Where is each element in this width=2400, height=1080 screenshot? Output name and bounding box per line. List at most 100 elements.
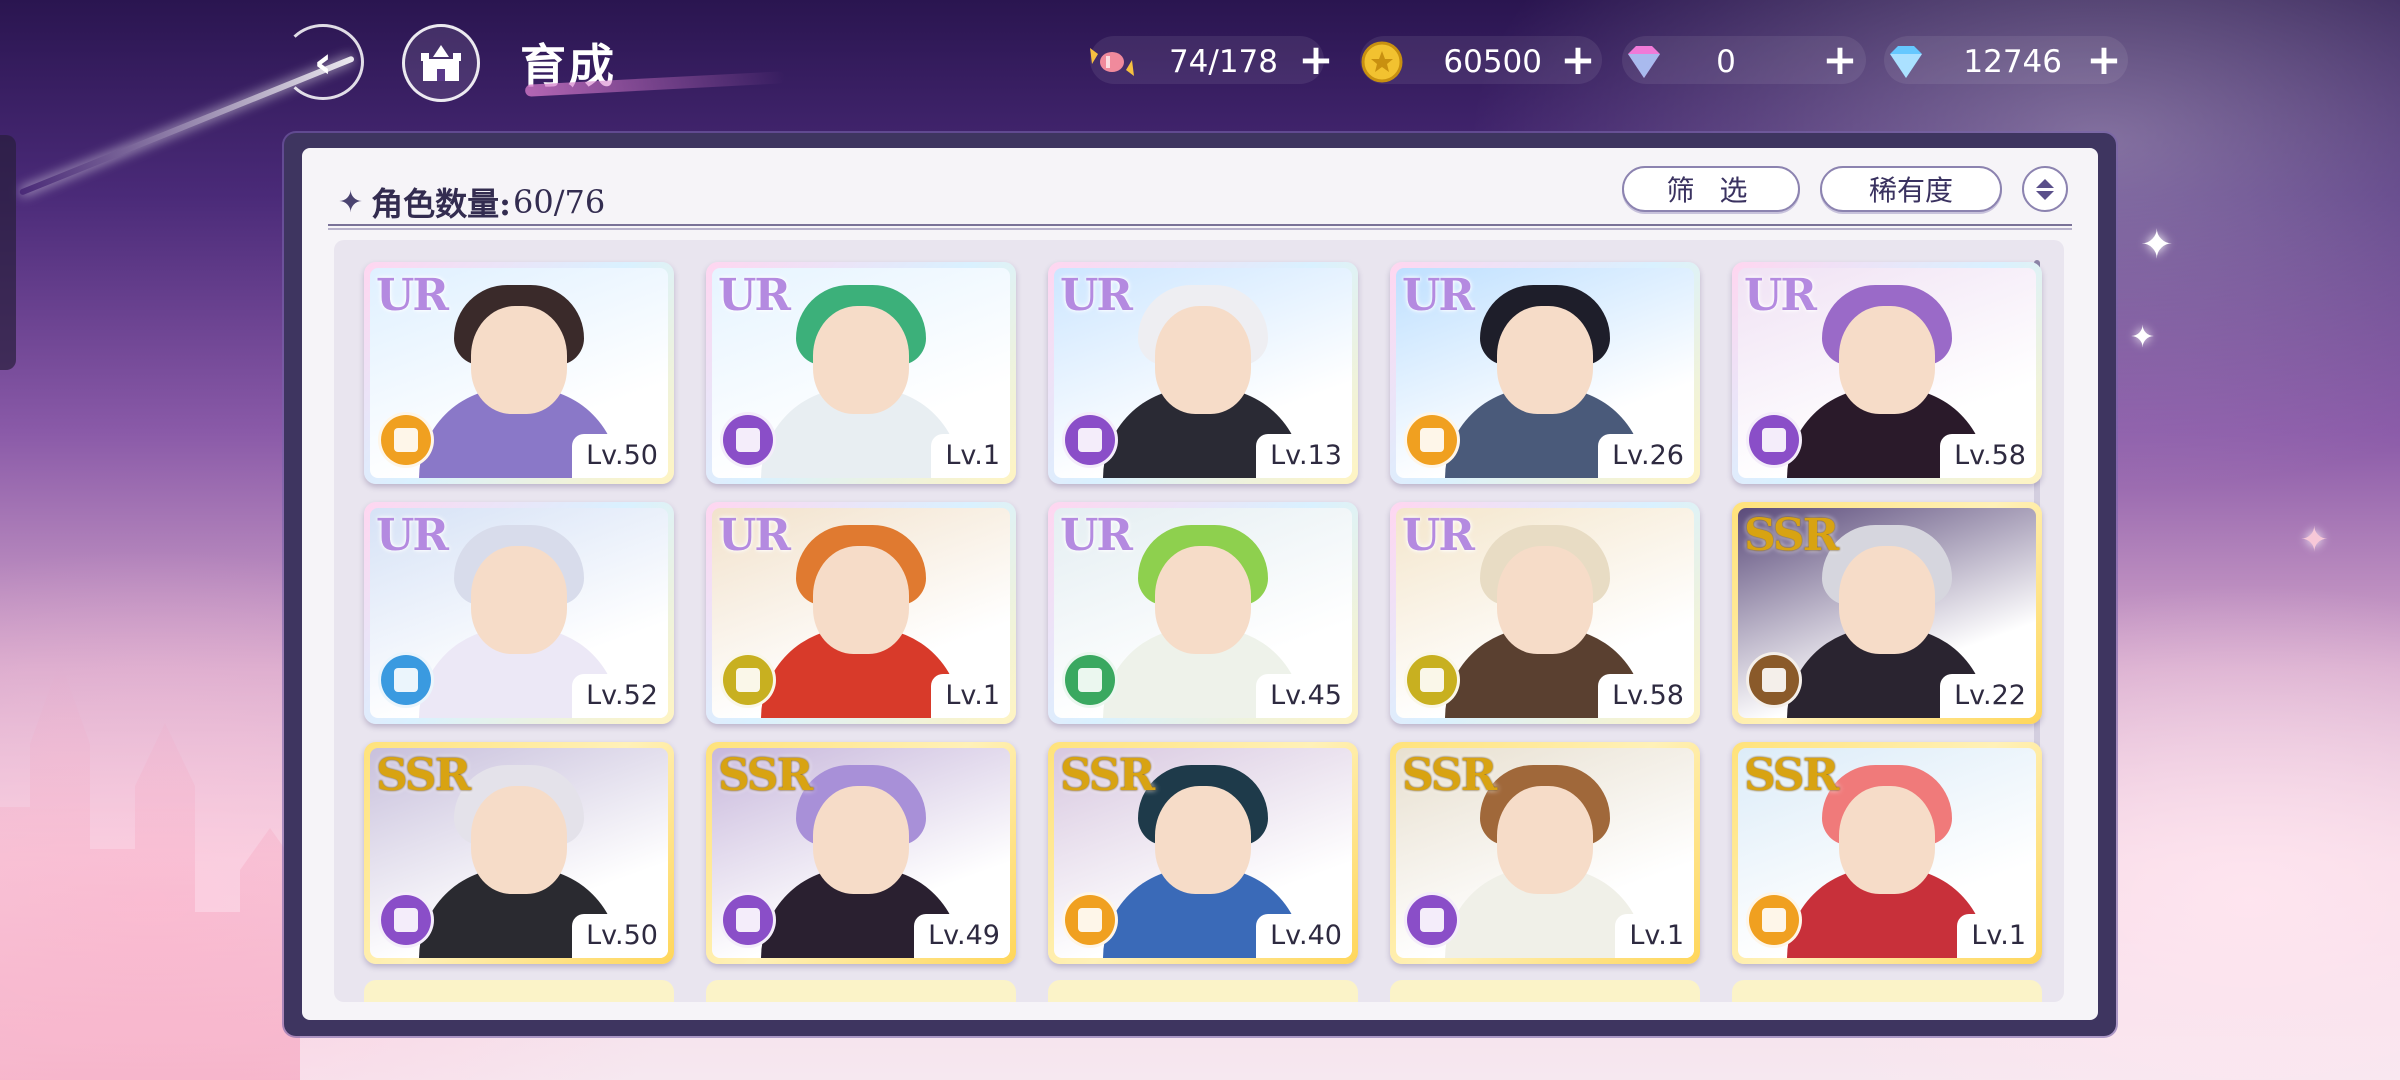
level-label: Lv.13: [1256, 434, 1352, 478]
rarity-badge: UR: [1744, 270, 1817, 321]
attribute-glyph-icon: [1762, 428, 1786, 452]
level-label: Lv.1: [931, 434, 1010, 478]
header-divider: [328, 224, 2072, 230]
sort-order-button[interactable]: [2022, 166, 2068, 212]
level-label: Lv.40: [1256, 914, 1352, 958]
partial-card[interactable]: [364, 980, 674, 1002]
attribute-icon: [1062, 652, 1118, 708]
character-portrait: SSR Lv.22: [1738, 508, 2036, 718]
side-drawer-handle[interactable]: [0, 135, 16, 370]
rarity-badge: SSR: [1060, 750, 1155, 801]
partial-card[interactable]: [706, 980, 1016, 1002]
character-card[interactable]: UR Lv.58: [1732, 262, 2042, 484]
character-card[interactable]: UR Lv.52: [364, 502, 674, 724]
character-card[interactable]: UR Lv.13: [1048, 262, 1358, 484]
attribute-glyph-icon: [1420, 428, 1444, 452]
count-label: 角色数量:: [371, 185, 511, 223]
attribute-icon: [378, 892, 434, 948]
character-face: [813, 785, 909, 894]
sort-up-icon: [2036, 178, 2054, 188]
attribute-glyph-icon: [1762, 668, 1786, 692]
character-card[interactable]: SSR Lv.1: [1390, 742, 1700, 964]
attribute-glyph-icon: [1078, 428, 1102, 452]
partial-card[interactable]: [1732, 980, 2042, 1002]
character-portrait: SSR Lv.49: [712, 748, 1010, 958]
gold-coin-icon: [1361, 41, 1403, 83]
character-card[interactable]: SSR Lv.50: [364, 742, 674, 964]
character-card[interactable]: UR Lv.58: [1390, 502, 1700, 724]
star-icon: ✦: [338, 184, 364, 220]
character-card[interactable]: UR Lv.45: [1048, 502, 1358, 724]
rarity-badge: UR: [718, 510, 791, 561]
attribute-glyph-icon: [1078, 908, 1102, 932]
attribute-glyph-icon: [1762, 908, 1786, 932]
gem-value: 12746: [1963, 44, 2062, 80]
character-card[interactable]: SSR Lv.22: [1732, 502, 2042, 724]
attribute-icon: [378, 412, 434, 468]
character-face: [813, 305, 909, 414]
rarity-badge: SSR: [1744, 510, 1839, 561]
character-portrait: UR Lv.1: [712, 268, 1010, 478]
character-face: [1497, 545, 1593, 654]
character-card[interactable]: UR Lv.26: [1390, 262, 1700, 484]
attribute-icon: [720, 892, 776, 948]
partial-card[interactable]: [1390, 980, 1700, 1002]
home-button[interactable]: [402, 24, 480, 102]
top-bar: ‹ 育成 74/178 + 60500 + 0 + 12746 +: [0, 0, 2400, 130]
castle-home-icon: [421, 45, 461, 81]
character-face: [813, 545, 909, 654]
level-label: Lv.58: [1940, 434, 2036, 478]
sort-rarity-button[interactable]: 稀有度: [1820, 166, 2002, 212]
sparkle-icon: ✦: [2300, 520, 2329, 560]
character-card[interactable]: UR Lv.1: [706, 262, 1016, 484]
character-card[interactable]: UR Lv.1: [706, 502, 1016, 724]
level-label: Lv.22: [1940, 674, 2036, 718]
add-gold-button[interactable]: +: [1556, 38, 1600, 82]
attribute-icon: [1404, 652, 1460, 708]
attribute-icon: [1746, 892, 1802, 948]
character-card[interactable]: SSR Lv.49: [706, 742, 1016, 964]
character-card[interactable]: SSR Lv.40: [1048, 742, 1358, 964]
attribute-icon: [1062, 412, 1118, 468]
attribute-glyph-icon: [736, 668, 760, 692]
sparkle-icon: ✦: [2140, 222, 2174, 268]
add-paid-gem-button[interactable]: +: [1818, 38, 1862, 82]
character-card[interactable]: SSR Lv.1: [1732, 742, 2042, 964]
attribute-icon: [720, 412, 776, 468]
character-face: [1155, 545, 1251, 654]
attribute-glyph-icon: [1420, 668, 1444, 692]
level-label: Lv.1: [1615, 914, 1694, 958]
back-arrow-icon: ‹: [313, 36, 333, 88]
sort-down-icon: [2036, 190, 2054, 200]
attribute-glyph-icon: [1420, 908, 1444, 932]
character-portrait: UR Lv.58: [1396, 508, 1694, 718]
character-portrait: UR Lv.45: [1054, 508, 1352, 718]
character-portrait: UR Lv.13: [1054, 268, 1352, 478]
character-portrait: UR Lv.58: [1738, 268, 2036, 478]
attribute-icon: [1746, 412, 1802, 468]
rarity-badge: UR: [376, 510, 449, 561]
rarity-badge: UR: [1402, 270, 1475, 321]
attribute-icon: [1404, 412, 1460, 468]
back-button[interactable]: ‹: [282, 24, 364, 100]
blue-diamond-icon: [1890, 46, 1922, 78]
character-face: [1839, 785, 1935, 894]
character-face: [1497, 305, 1593, 414]
character-card[interactable]: UR Lv.50: [364, 262, 674, 484]
add-gem-button[interactable]: +: [2082, 38, 2126, 82]
character-portrait: SSR Lv.1: [1396, 748, 1694, 958]
partial-card[interactable]: [1048, 980, 1358, 1002]
character-grid[interactable]: UR Lv.50 UR Lv.1 UR Lv.13 UR Lv.26 UR Lv.58 UR Lv.5…: [334, 240, 2064, 1002]
character-portrait: SSR Lv.50: [370, 748, 668, 958]
filter-button[interactable]: 筛 选: [1622, 166, 1800, 212]
attribute-glyph-icon: [394, 908, 418, 932]
level-label: Lv.52: [572, 674, 668, 718]
sparkle-icon: ✦: [2130, 320, 2156, 355]
character-portrait: SSR Lv.40: [1054, 748, 1352, 958]
add-stamina-button[interactable]: +: [1294, 38, 1338, 82]
rarity-badge: UR: [1402, 510, 1475, 561]
level-label: Lv.50: [572, 914, 668, 958]
character-face: [471, 785, 567, 894]
character-face: [471, 545, 567, 654]
level-label: Lv.50: [572, 434, 668, 478]
